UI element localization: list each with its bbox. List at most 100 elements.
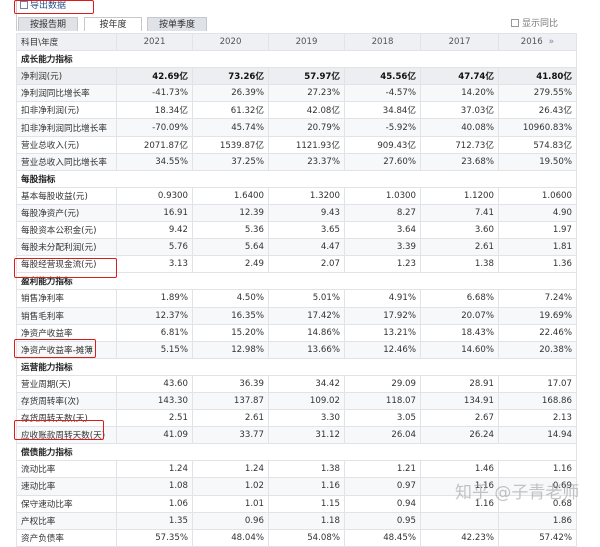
table-cell: 26.43亿 bbox=[498, 101, 577, 120]
compare-checkbox[interactable] bbox=[511, 19, 519, 27]
table-cell: 3.30 bbox=[268, 409, 345, 428]
table-cell: 0.96 bbox=[192, 511, 269, 530]
table-row: 销售毛利率 12.37% 16.35% 17.42% 17.92% 20.07% 19.69… bbox=[16, 306, 577, 325]
table-cell: 18.43% bbox=[420, 323, 499, 342]
table-row: 净资产收益率 6.81% 15.20% 14.86% 13.21% 18.43% 22.46… bbox=[16, 323, 577, 342]
table-cell: 45.74% bbox=[192, 118, 269, 137]
table-header-row: 科目\年度 2021 2020 2019 2018 2017 2016 » bbox=[16, 32, 577, 52]
table-cell: 909.43亿 bbox=[344, 135, 421, 154]
table-cell: 2.61 bbox=[420, 238, 499, 257]
table-cell: 12.37% bbox=[116, 306, 193, 325]
row-label: 产权比率 bbox=[16, 511, 117, 530]
row-label: 每股资本公积金(元) bbox=[16, 221, 117, 240]
table-cell: 6.81% bbox=[116, 323, 193, 342]
section-title: 运营能力指标 bbox=[16, 357, 577, 376]
table-cell: 4.90 bbox=[498, 203, 577, 223]
table-cell: 1.1200 bbox=[420, 186, 499, 205]
table-cell: 1.08 bbox=[116, 477, 193, 496]
table-cell: 61.32亿 bbox=[192, 101, 269, 120]
more-years-icon[interactable]: » bbox=[549, 37, 555, 47]
table-cell: 4.47 bbox=[268, 238, 345, 257]
compare-label: 显示同比 bbox=[522, 19, 559, 29]
tab-by-report-period[interactable]: 按报告期 bbox=[18, 17, 78, 31]
table-cell: 1.35 bbox=[116, 511, 193, 530]
table-cell: 13.66% bbox=[268, 340, 345, 359]
table-cell: 143.30 bbox=[116, 391, 193, 411]
table-row: 产权比率 1.35 0.96 1.18 0.95 1.86 bbox=[16, 511, 577, 530]
table-cell: 1.86 bbox=[498, 511, 577, 530]
table-row: 每股资本公积金(元) 9.42 5.36 3.65 3.64 3.60 1.97 bbox=[16, 221, 577, 240]
export-icon bbox=[20, 1, 28, 9]
row-label: 销售毛利率 bbox=[16, 306, 117, 325]
table-cell: 33.77 bbox=[192, 426, 269, 445]
table-cell: 20.79% bbox=[268, 118, 345, 137]
table-cell: 23.37% bbox=[268, 152, 345, 171]
table-cell: 1.02 bbox=[192, 477, 269, 496]
table-cell: 3.39 bbox=[344, 238, 421, 257]
table-cell: -5.92% bbox=[344, 118, 421, 137]
table-cell: 57.97亿 bbox=[268, 67, 345, 86]
table-cell: 42.08亿 bbox=[268, 101, 345, 120]
table-cell: 2.49 bbox=[192, 255, 269, 274]
right-border bbox=[576, 33, 577, 513]
export-data-button[interactable]: 导出数据 bbox=[20, 1, 66, 12]
table-cell: 5.15% bbox=[116, 340, 193, 359]
tab-by-year[interactable]: 按年度 bbox=[84, 17, 142, 31]
table-cell: 0.9300 bbox=[116, 186, 193, 205]
table-cell: 0.94 bbox=[344, 494, 421, 513]
table-cell: 1.38 bbox=[420, 255, 499, 274]
table-cell: 26.04 bbox=[344, 426, 421, 445]
table-row: 营业周期(天) 43.60 36.39 34.42 29.09 28.91 17.07 bbox=[16, 374, 577, 393]
row-label: 存货周转率(次) bbox=[16, 391, 117, 411]
table-cell: 0.97 bbox=[344, 477, 421, 496]
compare-toggle[interactable]: 显示同比 bbox=[511, 18, 558, 30]
table-cell: 17.92% bbox=[344, 306, 421, 325]
table-cell: 18.34亿 bbox=[116, 101, 193, 120]
section-title: 偿债能力指标 bbox=[16, 443, 577, 462]
header-year: 2020 bbox=[192, 32, 269, 52]
table-cell: 1.89% bbox=[116, 289, 193, 308]
table-row: 流动比率 1.24 1.24 1.38 1.21 1.46 1.16 bbox=[16, 460, 577, 479]
table-row: 扣非净利润同比增长率 -70.09% 45.74% 20.79% -5.92% 40.08… bbox=[16, 118, 577, 137]
table-cell: 1.23 bbox=[344, 255, 421, 274]
table-cell: 574.83亿 bbox=[498, 135, 577, 154]
table-cell: 54.08% bbox=[268, 528, 345, 547]
year-label: 2019 bbox=[295, 37, 318, 48]
row-label: 净利润同比增长率 bbox=[16, 84, 117, 103]
table-cell: 4.91% bbox=[344, 289, 421, 308]
table-cell: 3.13 bbox=[116, 255, 193, 274]
table-cell: 12.46% bbox=[344, 340, 421, 359]
section-header-row: 成长能力指标 bbox=[16, 50, 577, 69]
table-cell: 22.46% bbox=[498, 323, 577, 342]
section-title: 盈利能力指标 bbox=[16, 272, 577, 291]
table-row: 扣非净利润(元) 18.34亿 61.32亿 42.08亿 34.84亿 37.03亿 26… bbox=[16, 101, 577, 120]
table-cell: 7.41 bbox=[420, 203, 499, 223]
export-label: 导出数据 bbox=[30, 1, 67, 11]
table-cell: 20.07% bbox=[420, 306, 499, 325]
watermark: 知乎 @子青老师 bbox=[455, 483, 580, 503]
year-label: 2016 bbox=[520, 37, 543, 48]
table-row: 基本每股收益(元) 0.9300 1.6400 1.3200 1.0300 1.1200 1… bbox=[16, 186, 577, 205]
table-cell: 31.12 bbox=[268, 426, 345, 445]
row-label: 每股未分配利润(元) bbox=[16, 238, 117, 257]
table-row: 营业总收入同比增长率 34.55% 37.25% 23.37% 27.60% 23.68%… bbox=[16, 152, 577, 171]
tab-by-quarter[interactable]: 按单季度 bbox=[147, 17, 207, 31]
financial-table: 科目\年度 2021 2020 2019 2018 2017 2016 » 成长能力指标 净利润(… bbox=[16, 32, 577, 547]
table-cell: 41.80亿 bbox=[498, 67, 577, 86]
row-label: 扣非净利润(元) bbox=[16, 101, 117, 120]
table-cell: 1.36 bbox=[498, 255, 577, 274]
table-cell: 1.21 bbox=[344, 460, 421, 479]
table-cell: 3.60 bbox=[420, 221, 499, 240]
table-cell: 1.46 bbox=[420, 460, 499, 479]
table-row: 净利润(元) 42.69亿 73.26亿 57.97亿 45.56亿 47.74亿 41.8… bbox=[16, 67, 577, 86]
header-year: 2019 bbox=[268, 32, 345, 52]
table-cell: 1.6400 bbox=[192, 186, 269, 205]
table-cell: 1.18 bbox=[268, 511, 345, 530]
table-cell: 14.94 bbox=[498, 426, 577, 445]
table-cell: 5.36 bbox=[192, 221, 269, 240]
table-cell: 1121.93亿 bbox=[268, 135, 345, 154]
table-cell: 34.42 bbox=[268, 374, 345, 393]
row-label: 保守速动比率 bbox=[16, 494, 117, 513]
table-row: 净利润同比增长率 -41.73% 26.39% 27.23% -4.57% 14.20% 2… bbox=[16, 84, 577, 103]
table-cell: 43.60 bbox=[116, 374, 193, 393]
